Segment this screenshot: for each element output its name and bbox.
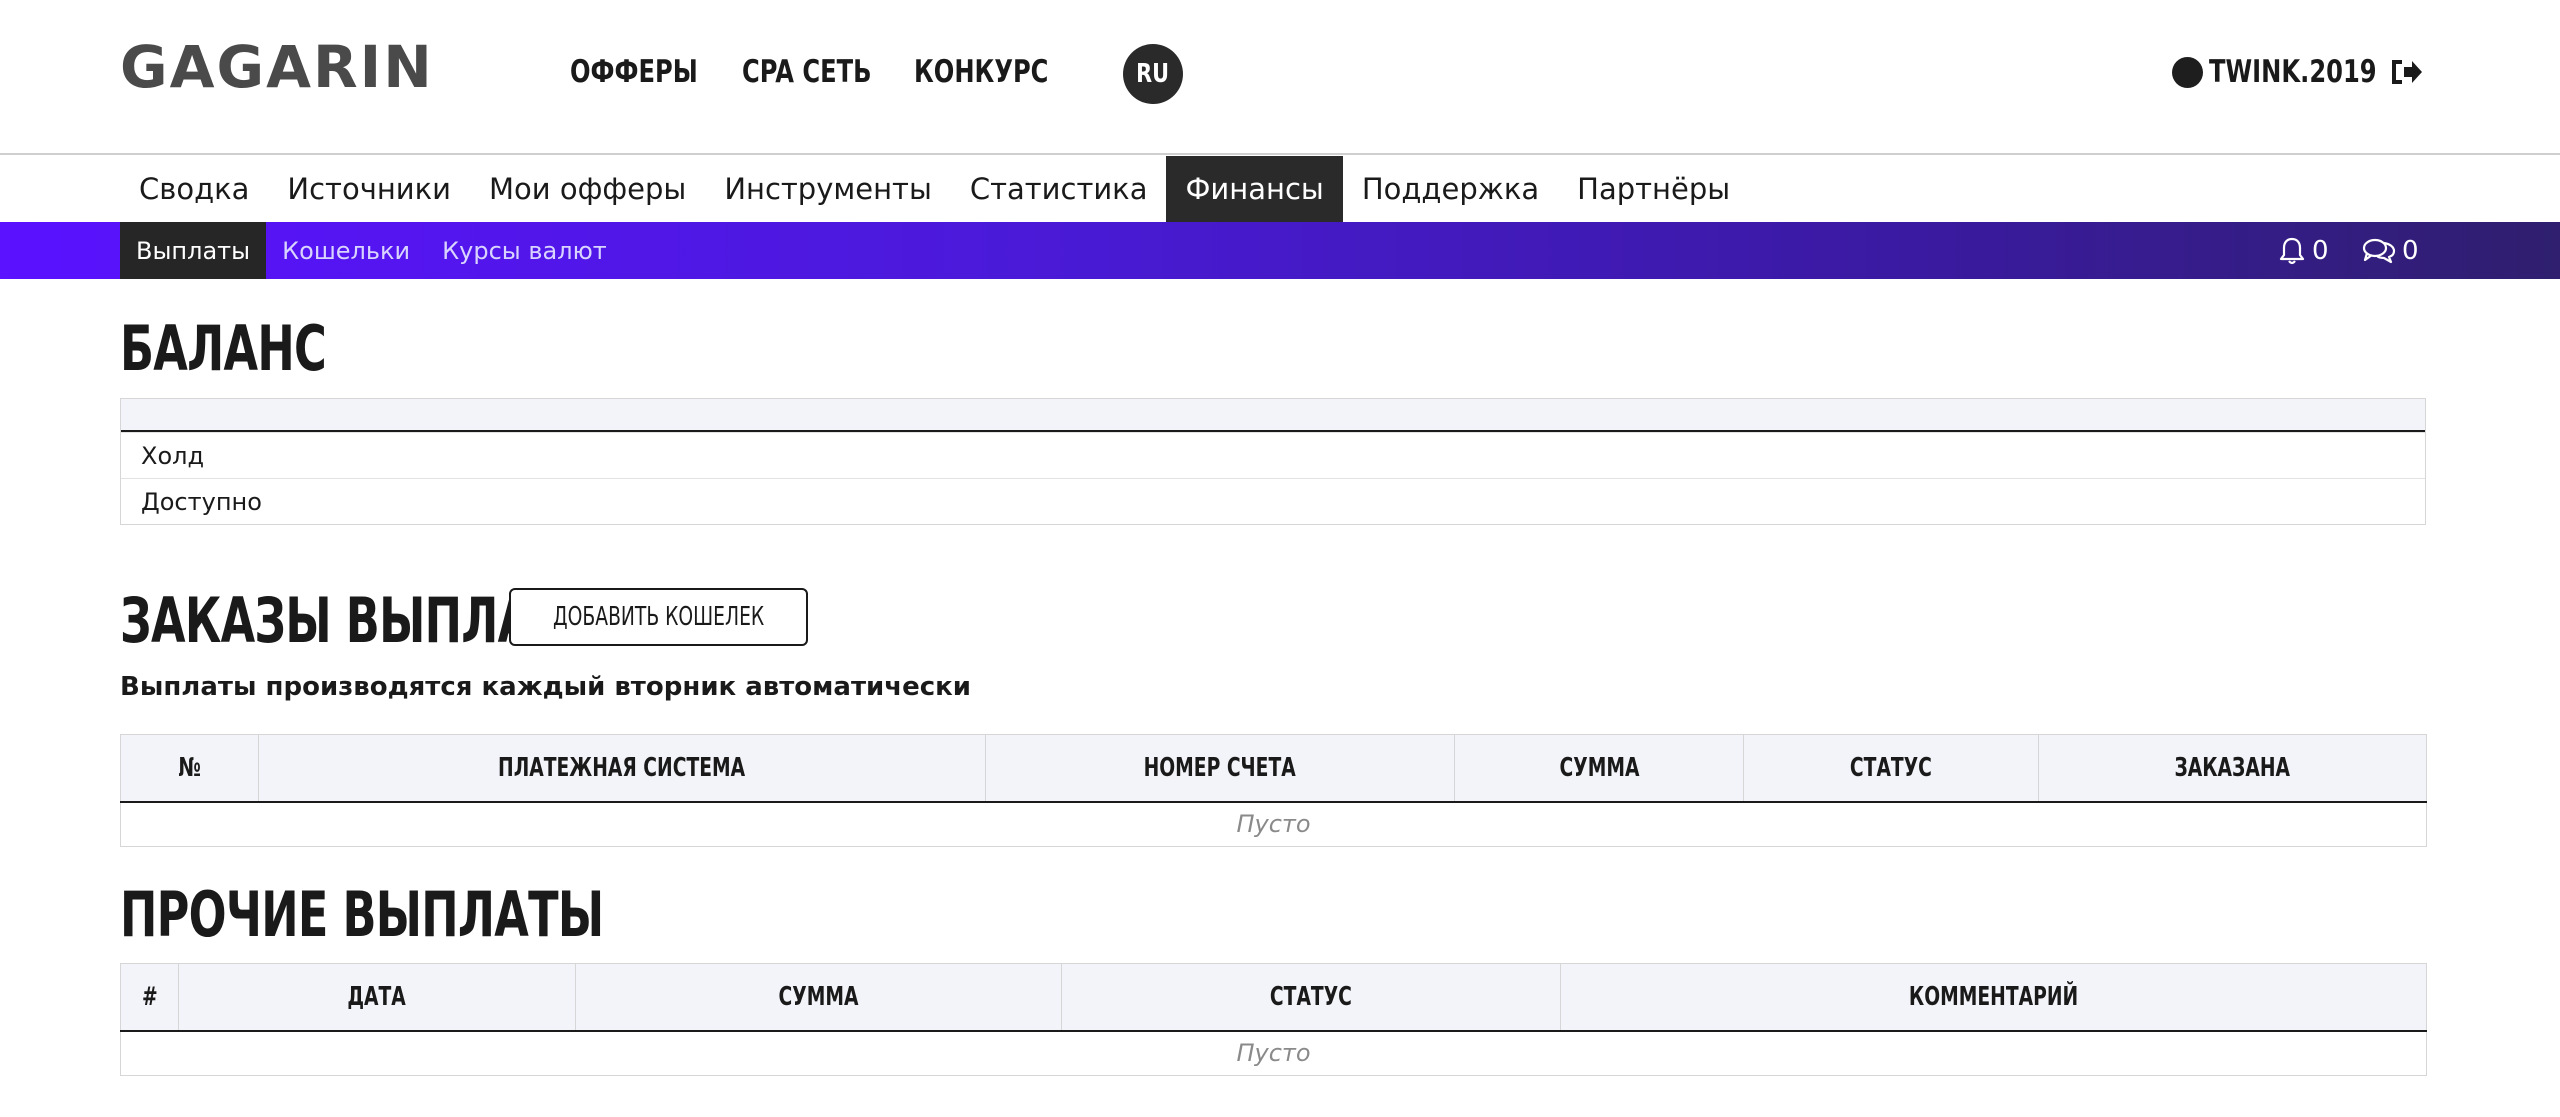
other-payouts-title: ПРОЧИЕ ВЫПЛАТЫ <box>120 878 604 951</box>
column-header-payment-system[interactable]: ПЛАТЕЖНАЯ СИСТЕМА <box>258 734 986 803</box>
messages-count: 0 <box>2402 236 2419 266</box>
balance-title: БАЛАНС <box>120 312 327 385</box>
column-header-amount[interactable]: СУММА <box>1454 734 1744 803</box>
username: TWINK.2019 <box>2209 54 2377 90</box>
table-header-row: # ДАТА СУММА СТАТУС КОММЕНТАРИЙ <box>120 963 2427 1032</box>
empty-placeholder: Пусто <box>1236 810 1311 839</box>
column-header-account-number[interactable]: НОМЕР СЧЕТА <box>985 734 1455 803</box>
balance-table: Холд Доступно <box>120 398 2426 525</box>
topnav-offers-link[interactable]: ОФФЕРЫ <box>570 52 698 92</box>
empty-placeholder: Пусто <box>1236 1039 1311 1068</box>
table-row: Пусто <box>121 1031 2427 1076</box>
sub-nav-band: Выплаты Кошельки Курсы валют 0 0 <box>0 222 2560 279</box>
main-nav-item-my-offers[interactable]: Мои офферы <box>470 156 705 222</box>
other-payouts-table: # ДАТА СУММА СТАТУС КОММЕНТАРИЙ Пусто <box>120 963 2427 1076</box>
column-header-comment[interactable]: КОММЕНТАРИЙ <box>1560 963 2427 1032</box>
balance-table-header <box>121 399 2425 432</box>
chat-icon <box>2362 238 2396 264</box>
column-header-ordered[interactable]: ЗАКАЗАНА <box>2038 734 2427 803</box>
language-switcher[interactable]: RU <box>1123 44 1183 104</box>
column-header-date[interactable]: ДАТА <box>178 963 576 1032</box>
sub-nav-item-rates[interactable]: Курсы валют <box>426 222 623 279</box>
main-nav-item-tools[interactable]: Инструменты <box>705 156 951 222</box>
payout-orders-table: № ПЛАТЕЖНАЯ СИСТЕМА НОМЕР СЧЕТА СУММА СТ… <box>120 734 2427 847</box>
add-wallet-label: ДОБАВИТЬ КОШЕЛЕК <box>552 602 765 632</box>
table-header-row: № ПЛАТЕЖНАЯ СИСТЕМА НОМЕР СЧЕТА СУММА СТ… <box>120 734 2427 803</box>
notifications-button[interactable]: 0 <box>2278 234 2329 268</box>
language-label: RU <box>1136 59 1170 89</box>
main-nav-item-sources[interactable]: Источники <box>268 156 470 222</box>
messages-button[interactable]: 0 <box>2362 234 2419 268</box>
main-nav-item-finance[interactable]: Финансы <box>1166 156 1343 222</box>
column-header-amount[interactable]: СУММА <box>575 963 1062 1032</box>
topnav-contest-link[interactable]: КОНКУРС <box>914 52 1048 92</box>
main-nav-item-summary[interactable]: Сводка <box>120 156 268 222</box>
top-header: GAGARIN ОФФЕРЫ CPA СЕТЬ КОНКУРС RU TWINK… <box>0 0 2560 155</box>
bell-icon <box>2279 237 2305 265</box>
column-header-status[interactable]: СТАТУС <box>1061 963 1561 1032</box>
column-header-status[interactable]: СТАТУС <box>1743 734 2039 803</box>
column-header-index[interactable]: # <box>120 963 179 1032</box>
main-nav: Сводка Источники Мои офферы Инструменты … <box>120 156 1749 222</box>
logo[interactable]: GAGARIN <box>120 36 434 98</box>
main-nav-item-support[interactable]: Поддержка <box>1343 156 1558 222</box>
balance-row-hold: Холд <box>121 432 2425 478</box>
main-nav-item-partners[interactable]: Партнёры <box>1558 156 1749 222</box>
user-status-icon <box>2172 56 2203 88</box>
column-header-number[interactable]: № <box>120 734 259 803</box>
user-menu[interactable]: TWINK.2019 <box>2172 52 2424 92</box>
add-wallet-button[interactable]: ДОБАВИТЬ КОШЕЛЕК <box>509 588 808 646</box>
topnav-cpa-link[interactable]: CPA СЕТЬ <box>742 52 872 92</box>
balance-row-available: Доступно <box>121 478 2425 524</box>
logout-icon[interactable] <box>2388 56 2424 88</box>
table-row: Пусто <box>121 802 2427 847</box>
payout-schedule-note: Выплаты производятся каждый вторник авто… <box>120 672 972 702</box>
sub-nav-item-payouts[interactable]: Выплаты <box>120 222 267 279</box>
notifications-count: 0 <box>2312 236 2329 266</box>
payout-orders-title: ЗАКАЗЫ ВЫПЛАТ <box>120 584 562 657</box>
main-nav-item-statistics[interactable]: Статистика <box>951 156 1167 222</box>
sub-nav: Выплаты Кошельки Курсы валют <box>120 222 623 279</box>
sub-nav-item-wallets[interactable]: Кошельки <box>266 222 426 279</box>
